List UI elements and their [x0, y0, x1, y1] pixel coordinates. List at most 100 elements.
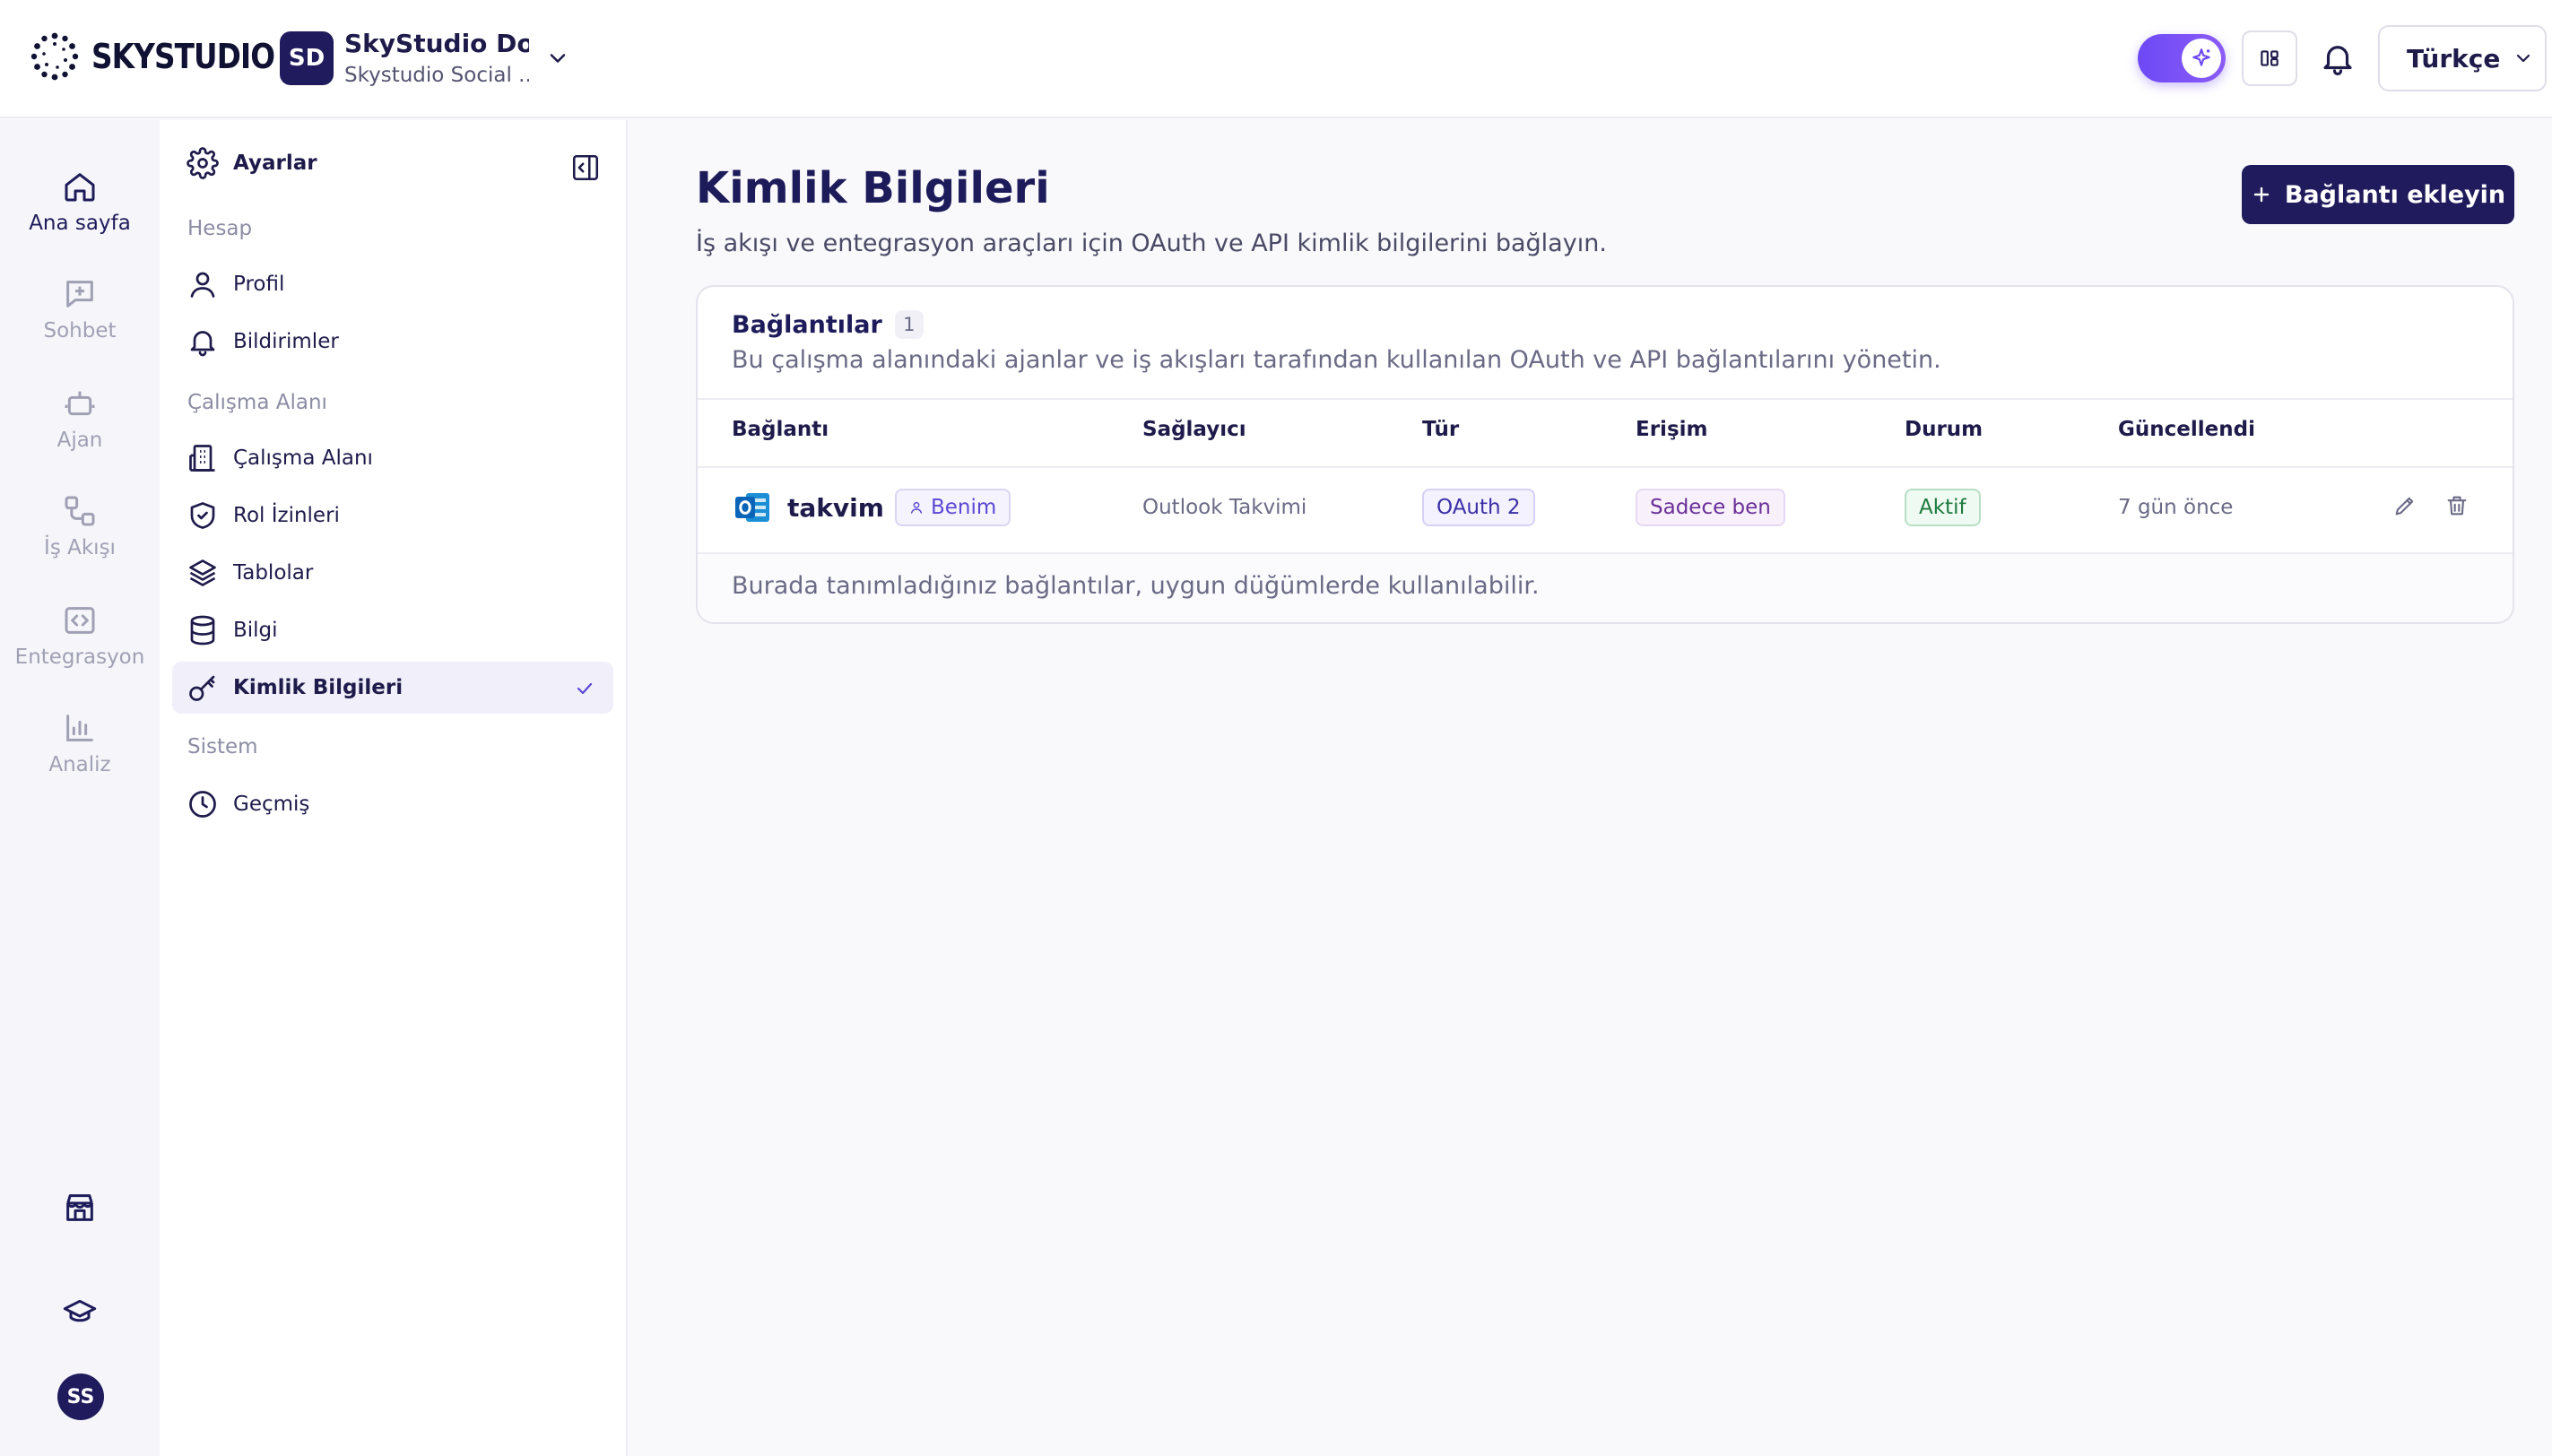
rail-item-chat[interactable]: Sohbet — [0, 276, 160, 342]
settings-item-knowledge[interactable]: Bilgi — [172, 604, 613, 656]
notifications-bell-icon[interactable] — [2319, 39, 2357, 77]
language-value: Türkçe — [2407, 43, 2501, 74]
rail-item-analytics[interactable]: Analiz — [0, 710, 160, 776]
provider-cell: Outlook Takvimi — [1142, 486, 1306, 529]
key-icon — [189, 675, 215, 701]
divider — [698, 466, 2513, 468]
connection-name: takvim — [787, 492, 884, 523]
settings-item-tables[interactable]: Tablolar — [172, 547, 613, 599]
rail-label: Entegrasyon — [14, 646, 145, 669]
row-actions — [2392, 493, 2470, 518]
rail-label: Sohbet — [43, 319, 117, 342]
brand-name: SKYSTUDIO — [91, 37, 275, 76]
academy-button[interactable] — [56, 1287, 104, 1336]
owner-badge: Benim — [894, 489, 1011, 526]
add-connection-label: Bağlantı ekleyin — [2284, 180, 2506, 209]
outlook-icon — [735, 493, 769, 522]
check-icon — [577, 682, 593, 695]
access-cell: Sadece ben — [1636, 486, 1785, 529]
settings-item-label: Çalışma Alanı — [233, 446, 373, 470]
card-subtitle: Bu çalışma alanındaki ajanlar ve iş akış… — [732, 346, 1941, 374]
bell-icon — [190, 331, 215, 357]
logo-mark-icon — [30, 32, 79, 81]
column-header-connection: Bağlantı — [732, 418, 829, 441]
section-label-account: Hesap — [187, 217, 253, 240]
sparkle-icon — [2192, 48, 2210, 66]
card-title: Bağlantılar — [732, 310, 882, 339]
sidebar-collapse-icon[interactable] — [570, 152, 601, 183]
settings-item-label: Rol İzinleri — [233, 504, 340, 527]
rail-item-agent[interactable]: Ajan — [0, 386, 160, 452]
rail-label: Ajan — [56, 429, 103, 452]
marketplace-button[interactable] — [56, 1183, 104, 1232]
settings-item-label: Kimlik Bilgileri — [233, 676, 404, 699]
language-select[interactable]: Türkçe — [2378, 25, 2547, 91]
settings-item-role-permissions[interactable]: Rol İzinleri — [172, 490, 613, 542]
settings-item-label: Bilgi — [233, 619, 278, 642]
workspace-switcher[interactable]: SD SkyStudio Do... Skystudio Social ... — [280, 29, 570, 87]
robot-icon — [65, 391, 95, 416]
column-header-updated: Güncellendi — [2118, 418, 2255, 441]
column-header-access: Erişim — [1636, 418, 1708, 441]
page-title: Kimlik Bilgileri — [696, 163, 1050, 213]
provider-name: Outlook Takvimi — [1142, 496, 1307, 519]
user-icon — [190, 272, 215, 298]
status-cell: Aktif — [1905, 486, 1981, 529]
clock-icon — [189, 791, 216, 818]
access-badge: Sadece ben — [1636, 489, 1785, 526]
building-icon — [189, 445, 215, 472]
settings-header: Ayarlar — [187, 147, 317, 179]
trash-icon[interactable] — [2444, 493, 2470, 518]
type-badge: OAuth 2 — [1422, 489, 1535, 526]
page-subtitle: İş akışı ve entegrasyon araçları için OA… — [696, 230, 1607, 257]
store-icon — [66, 1194, 93, 1221]
edit-pencil-icon[interactable] — [2392, 493, 2417, 518]
primary-nav-rail: Ana sayfa Sohbet Ajan İş Akışı Entegrasy… — [0, 120, 160, 1456]
settings-item-label: Geçmiş — [233, 793, 310, 816]
settings-sidebar: Ayarlar Hesap Profil Bildirimler Çalışma… — [160, 120, 628, 1456]
settings-item-label: Bildirimler — [233, 330, 339, 353]
table-row[interactable]: takvim Benim — [732, 486, 1011, 529]
brand-logo[interactable]: SKYSTUDIO — [30, 32, 304, 81]
settings-title: Ayarlar — [233, 152, 317, 175]
user-avatar[interactable]: SS — [57, 1374, 104, 1420]
rail-item-integration[interactable]: Entegrasyon — [0, 602, 160, 669]
rail-item-workflow[interactable]: İş Akışı — [0, 493, 160, 559]
workspace-name: SkyStudio Do... — [344, 29, 529, 58]
toggle-knob — [2182, 39, 2221, 78]
settings-item-label: Tablolar — [233, 561, 314, 585]
chat-icon — [66, 281, 93, 308]
layout-button[interactable] — [2242, 30, 2297, 86]
column-header-type: Tür — [1422, 418, 1460, 441]
rail-label: Analiz — [48, 753, 111, 776]
settings-item-label: Profil — [233, 273, 285, 296]
layout-columns-icon — [2261, 50, 2279, 66]
workflow-icon — [65, 496, 95, 526]
rail-item-home[interactable]: Ana sayfa — [0, 169, 160, 235]
ai-mode-toggle[interactable] — [2138, 34, 2226, 82]
connections-count-badge: 1 — [894, 310, 924, 339]
plus-icon — [2253, 186, 2270, 203]
layers-icon — [189, 559, 216, 586]
settings-item-notifications[interactable]: Bildirimler — [172, 316, 613, 368]
chevron-down-icon[interactable] — [545, 46, 570, 71]
card-footer-text: Burada tanımladığınız bağlantılar, uygun… — [732, 572, 1540, 600]
chevron-down-icon — [2517, 54, 2530, 63]
workspace-avatar: SD — [280, 30, 334, 85]
section-label-workspace: Çalışma Alanı — [187, 391, 327, 414]
settings-item-credentials[interactable]: Kimlik Bilgileri — [172, 662, 613, 714]
owner-label: Benim — [930, 496, 997, 519]
database-icon — [190, 615, 215, 646]
workspace-subtitle: Skystudio Social ... — [344, 64, 529, 87]
column-header-provider: Sağlayıcı — [1142, 418, 1246, 441]
add-connection-button[interactable]: Bağlantı ekleyin — [2242, 165, 2514, 224]
connections-card: Bağlantılar 1 Bu çalışma alanındaki ajan… — [696, 285, 2514, 624]
chart-icon — [66, 715, 93, 741]
settings-item-history[interactable]: Geçmiş — [172, 778, 613, 830]
card-footer: Burada tanımladığınız bağlantılar, uygun… — [698, 554, 2513, 622]
home-icon — [65, 173, 95, 202]
settings-item-profile[interactable]: Profil — [172, 258, 613, 310]
graduation-cap-icon — [63, 1299, 97, 1322]
updated-time: 7 gün önce — [2118, 496, 2234, 519]
settings-item-workspace[interactable]: Çalışma Alanı — [172, 432, 613, 484]
